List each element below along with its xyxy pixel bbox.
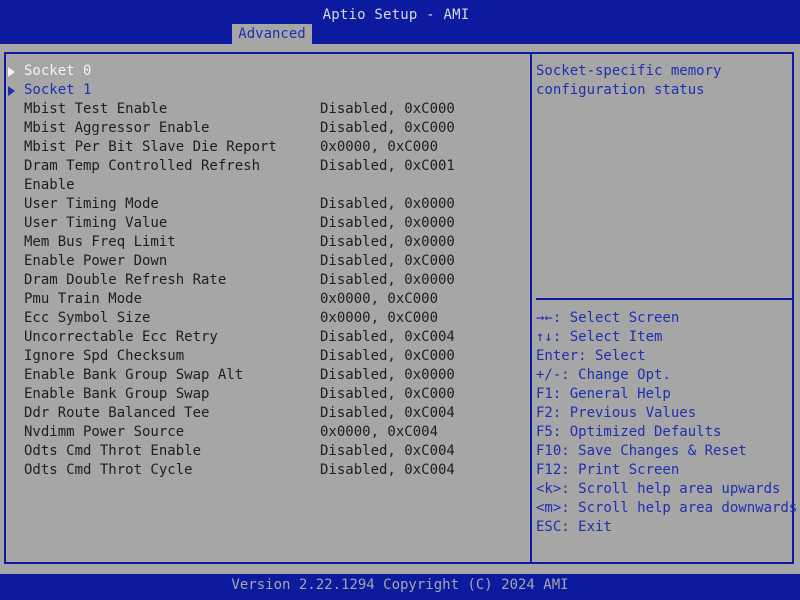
key-hint-change-opt: +/-: Change Opt. <box>536 367 671 383</box>
setting-row[interactable]: Enable Power Down Disabled, 0xC000 <box>0 252 528 271</box>
setting-row[interactable]: Nvdimm Power Source 0x0000, 0xC004 <box>0 423 528 442</box>
setting-row[interactable]: Mbist Aggressor Enable Disabled, 0xC000 <box>0 119 528 138</box>
setting-row[interactable]: User Timing Value Disabled, 0x0000 <box>0 214 528 233</box>
setting-row[interactable]: Odts Cmd Throt Enable Disabled, 0xC004 <box>0 442 528 461</box>
setting-row[interactable]: Pmu Train Mode 0x0000, 0xC000 <box>0 290 528 309</box>
key-hint-scroll-up: <k>: Scroll help area upwards <box>536 481 781 497</box>
setting-label: Mbist Test Enable <box>24 101 168 117</box>
setting-row[interactable]: Mbist Per Bit Slave Die Report 0x0000, 0… <box>0 138 528 157</box>
help-panel: Socket-specific memory configuration sta… <box>536 62 786 100</box>
setting-row[interactable]: Dram Double Refresh Rate Disabled, 0x000… <box>0 271 528 290</box>
setting-label: Enable Bank Group Swap Alt <box>24 367 244 383</box>
setting-value: Disabled, 0xC000 <box>320 120 455 136</box>
setting-value: Disabled, 0x0000 <box>320 367 455 383</box>
submenu-socket-0[interactable]: Socket 0 <box>0 62 528 81</box>
setting-value: Disabled, 0x0000 <box>320 272 455 288</box>
header-bar: Aptio Setup - AMI Advanced <box>0 0 800 44</box>
setting-value: 0x0000, 0xC004 <box>320 424 439 440</box>
setting-value: Disabled, 0x0000 <box>320 215 455 231</box>
key-hint-scroll-down: <m>: Scroll help area downwards <box>536 500 798 516</box>
setting-row[interactable]: User Timing Mode Disabled, 0x0000 <box>0 195 528 214</box>
key-hint-select-screen: →←: Select Screen <box>536 310 680 326</box>
setting-label: Ddr Route Balanced Tee <box>24 405 210 421</box>
setting-value: Disabled, 0xC000 <box>320 386 455 402</box>
setting-label: Dram Double Refresh Rate <box>24 272 227 288</box>
setting-value: Disabled, 0xC004 <box>320 329 455 345</box>
setting-value: Disabled, 0x0000 <box>320 234 455 250</box>
setting-row[interactable]: Enable Bank Group Swap Disabled, 0xC000 <box>0 385 528 404</box>
setting-value: Disabled, 0xC001 <box>320 158 455 174</box>
setting-value: Disabled, 0x0000 <box>320 196 455 212</box>
key-hint-exit: ESC: Exit <box>536 519 612 535</box>
setting-value: Disabled, 0xC000 <box>320 348 455 364</box>
setting-label: Ignore Spd Checksum <box>24 348 185 364</box>
setting-row[interactable]: Ddr Route Balanced Tee Disabled, 0xC004 <box>0 404 528 423</box>
setting-value: Disabled, 0xC004 <box>320 462 455 478</box>
setting-label: Uncorrectable Ecc Retry <box>24 329 218 345</box>
setting-value: 0x0000, 0xC000 <box>320 310 439 326</box>
submenu-arrow-icon <box>8 67 15 77</box>
setting-value: Disabled, 0xC004 <box>320 443 455 459</box>
submenu-arrow-icon <box>8 86 15 96</box>
setting-value: 0x0000, 0xC000 <box>320 291 439 307</box>
setting-row[interactable]: Dram Temp Controlled Refresh Disabled, 0… <box>0 157 528 176</box>
help-line: Socket-specific memory <box>536 63 722 79</box>
submenu-label: Socket 0 <box>24 63 92 79</box>
help-line: configuration status <box>536 82 705 98</box>
tab-advanced[interactable]: Advanced <box>232 24 312 44</box>
setting-label: Enable Bank Group Swap <box>24 386 210 402</box>
setting-row[interactable]: Ignore Spd Checksum Disabled, 0xC000 <box>0 347 528 366</box>
setting-label: Enable <box>24 177 75 193</box>
setting-value: Disabled, 0xC004 <box>320 405 455 421</box>
setting-row[interactable]: Odts Cmd Throt Cycle Disabled, 0xC004 <box>0 461 528 480</box>
setting-row[interactable]: Uncorrectable Ecc Retry Disabled, 0xC004 <box>0 328 528 347</box>
setting-value: Disabled, 0xC000 <box>320 253 455 269</box>
app-title: Aptio Setup - AMI <box>322 7 470 23</box>
key-hint-enter: Enter: Select <box>536 348 646 364</box>
panel-divider-vertical <box>530 52 532 564</box>
footer-version: Version 2.22.1294 Copyright (C) 2024 AMI <box>0 574 800 600</box>
help-divider-horizontal <box>536 298 792 300</box>
setting-row[interactable]: Mem Bus Freq Limit Disabled, 0x0000 <box>0 233 528 252</box>
submenu-socket-1[interactable]: Socket 1 <box>0 81 528 100</box>
submenu-label: Socket 1 <box>24 82 92 98</box>
key-hint-optimized-defaults: F5: Optimized Defaults <box>536 424 722 440</box>
setting-label: Dram Temp Controlled Refresh <box>24 158 261 174</box>
setting-value: 0x0000, 0xC000 <box>320 139 439 155</box>
key-hint-general-help: F1: General Help <box>536 386 671 402</box>
setting-label: Odts Cmd Throt Cycle <box>24 462 193 478</box>
setting-row-continuation: Enable <box>0 176 528 195</box>
setting-row[interactable]: Ecc Symbol Size 0x0000, 0xC000 <box>0 309 528 328</box>
setting-label: Mbist Per Bit Slave Die Report <box>24 139 277 155</box>
setting-label: Enable Power Down <box>24 253 168 269</box>
key-hint-select-item: ↑↓: Select Item <box>536 329 663 345</box>
key-hint-print-screen: F12: Print Screen <box>536 462 680 478</box>
setting-label: Ecc Symbol Size <box>24 310 151 326</box>
setting-label: Mem Bus Freq Limit <box>24 234 176 250</box>
key-legend: →←: Select Screen ↑↓: Select Item Enter:… <box>536 309 798 537</box>
setting-row[interactable]: Enable Bank Group Swap Alt Disabled, 0x0… <box>0 366 528 385</box>
setting-row[interactable]: Mbist Test Enable Disabled, 0xC000 <box>0 100 528 119</box>
setting-label: User Timing Mode <box>24 196 159 212</box>
setting-label: Nvdimm Power Source <box>24 424 185 440</box>
key-hint-previous-values: F2: Previous Values <box>536 405 697 421</box>
setting-value: Disabled, 0xC000 <box>320 101 455 117</box>
setting-label: User Timing Value <box>24 215 168 231</box>
key-hint-save-reset: F10: Save Changes & Reset <box>536 443 747 459</box>
setting-label: Mbist Aggressor Enable <box>24 120 210 136</box>
setting-label: Pmu Train Mode <box>24 291 143 307</box>
setting-label: Odts Cmd Throt Enable <box>24 443 202 459</box>
